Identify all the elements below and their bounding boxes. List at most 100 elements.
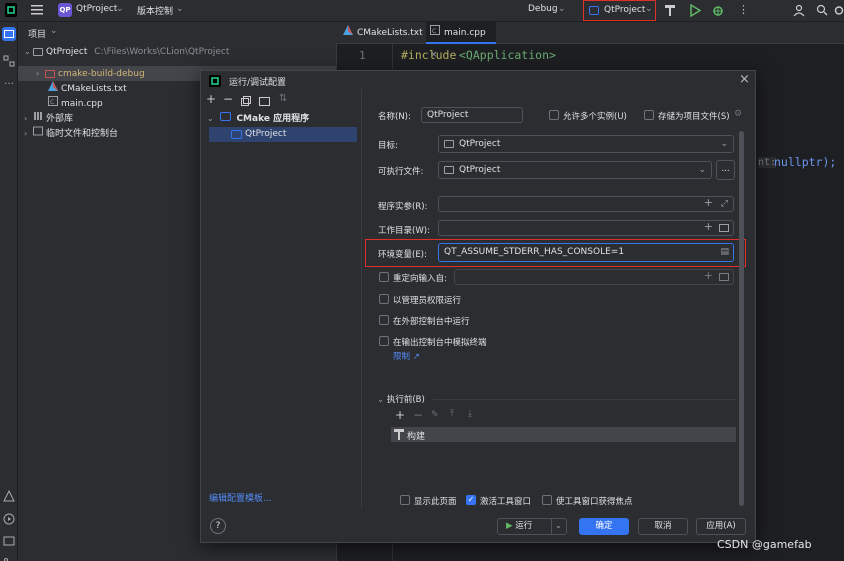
folder-browse-icon[interactable] bbox=[719, 273, 729, 281]
run-config-icon bbox=[231, 130, 242, 139]
chevron-down-icon: ⌄ bbox=[645, 4, 653, 14]
redirect-input-checkbox[interactable] bbox=[379, 272, 389, 282]
run-debug-config-dialog: 运行/调试配置 × + − ⇅ ⌄ CMake 应用程序 QtProject 编… bbox=[200, 70, 756, 543]
remove-config-icon[interactable]: − bbox=[223, 92, 233, 106]
settings-gear-icon[interactable] bbox=[834, 4, 844, 17]
copy-config-icon[interactable] bbox=[241, 96, 251, 106]
apply-button[interactable]: 应用(A) bbox=[696, 518, 746, 535]
line-number: 1 bbox=[359, 49, 366, 62]
redirect-input-field[interactable]: + bbox=[454, 269, 734, 285]
editor-tabs: CMakeLists.txt C main.cpp × bbox=[336, 22, 844, 60]
tree-group-cmake-app[interactable]: ⌄ CMake 应用程序 bbox=[207, 111, 309, 124]
add-icon[interactable]: + bbox=[704, 196, 713, 210]
before-launch-toggle[interactable]: ⌄ 执行前(B) bbox=[377, 393, 425, 405]
tree-item-external-libs[interactable]: › 外部库 bbox=[24, 111, 73, 126]
hammer-build-icon[interactable] bbox=[664, 4, 676, 17]
activate-tool-window-label: 激活工具窗口 bbox=[480, 497, 532, 507]
tab-cmakelists[interactable]: CMakeLists.txt bbox=[340, 22, 426, 44]
chevron-down-icon: ⌄ bbox=[50, 26, 58, 36]
activate-tool-window-checkbox[interactable]: ✓ bbox=[466, 495, 476, 505]
add-task-icon[interactable]: + bbox=[395, 408, 405, 422]
scrollbar[interactable] bbox=[739, 131, 744, 506]
folder-config-icon[interactable] bbox=[259, 96, 270, 106]
tab-main-cpp[interactable]: C main.cpp × bbox=[426, 22, 496, 60]
vcs-menu[interactable]: 版本控制 bbox=[137, 4, 173, 17]
limits-link[interactable]: 限制 ↗ bbox=[393, 350, 420, 362]
more-options-icon[interactable]: ⋮ bbox=[738, 3, 749, 16]
cancel-button[interactable]: 取消 bbox=[638, 518, 688, 535]
main-menu-icon[interactable] bbox=[31, 5, 43, 15]
build-config-selector[interactable]: Debug bbox=[528, 4, 558, 14]
external-console-checkbox[interactable] bbox=[379, 315, 389, 325]
run-as-admin-label: 以管理员权限运行 bbox=[393, 296, 462, 306]
ok-button[interactable]: 确定 bbox=[579, 518, 629, 535]
browse-executable-button[interactable]: ... bbox=[716, 160, 735, 180]
tree-item-cmakelists[interactable]: CMakeLists.txt bbox=[48, 81, 127, 96]
clion-logo-icon bbox=[5, 3, 17, 17]
folder-icon bbox=[45, 69, 55, 78]
working-dir-label: 工作目录(W): bbox=[378, 226, 430, 236]
target-select[interactable]: QtProject ⌄ bbox=[438, 135, 734, 153]
target-label: 目标: bbox=[378, 141, 398, 151]
tree-item-root[interactable]: ⌄ QtProject C:\Files\Works\CLion\QtProjec… bbox=[24, 44, 229, 59]
env-vars-input[interactable]: QT_ASSUME_STDERR_HAS_CONSOLE=1 ▤ bbox=[438, 243, 734, 262]
terminal-icon[interactable] bbox=[3, 535, 15, 547]
close-icon[interactable]: × bbox=[739, 72, 750, 87]
store-as-file-checkbox[interactable] bbox=[644, 110, 654, 120]
project-tool-folder-icon[interactable] bbox=[2, 27, 16, 41]
edit-task-icon[interactable]: ✎ bbox=[431, 410, 439, 420]
close-tab-icon[interactable]: × bbox=[430, 50, 438, 60]
services-run-icon[interactable] bbox=[3, 513, 15, 525]
program-args-input[interactable]: + ⤢ bbox=[438, 196, 734, 212]
folder-browse-icon[interactable] bbox=[719, 224, 729, 232]
structure-icon[interactable] bbox=[3, 55, 15, 67]
add-icon[interactable]: + bbox=[704, 269, 713, 283]
tree-item-cmake-build-debug[interactable]: › cmake-build-debug bbox=[36, 66, 145, 81]
account-icon[interactable] bbox=[793, 4, 805, 17]
problems-warning-icon[interactable] bbox=[3, 490, 15, 502]
help-button[interactable]: ? bbox=[210, 518, 226, 534]
executable-select[interactable]: QtProject ⌄ bbox=[438, 161, 712, 179]
emulate-terminal-label: 在输出控制台中模拟终端 bbox=[393, 338, 487, 348]
expand-icon[interactable]: ⤢ bbox=[721, 197, 728, 211]
add-config-icon[interactable]: + bbox=[206, 92, 216, 106]
chevron-down-icon: ⌄ bbox=[720, 139, 728, 149]
scratches-icon bbox=[33, 126, 43, 136]
run-as-admin-checkbox[interactable] bbox=[379, 294, 389, 304]
run-button[interactable]: ▶ 运行 ⌄ bbox=[497, 518, 567, 535]
tree-item-main-cpp[interactable]: C main.cpp bbox=[48, 96, 103, 111]
allow-multiple-checkbox[interactable] bbox=[549, 110, 559, 120]
library-icon bbox=[33, 111, 43, 121]
edit-env-icon[interactable]: ▤ bbox=[720, 244, 729, 261]
project-selector[interactable]: QtProject bbox=[76, 4, 117, 14]
chevron-down-icon: ⌄ bbox=[377, 395, 385, 405]
show-page-checkbox[interactable] bbox=[400, 495, 410, 505]
name-input[interactable]: QtProject bbox=[421, 107, 523, 123]
show-page-label: 显示此页面 bbox=[414, 497, 457, 507]
add-icon[interactable]: + bbox=[704, 220, 713, 234]
search-icon[interactable] bbox=[816, 4, 828, 17]
chevron-down-icon[interactable]: ⌄ bbox=[550, 519, 562, 534]
git-branch-icon[interactable] bbox=[3, 557, 15, 561]
sort-icon[interactable]: ⇅ bbox=[279, 93, 287, 104]
chevron-down-icon: ⌄ bbox=[698, 165, 706, 175]
remove-task-icon[interactable]: − bbox=[413, 408, 423, 422]
move-up-icon[interactable]: ⤒ bbox=[450, 409, 454, 419]
run-config-selector[interactable]: QtProject ⌄ bbox=[583, 0, 656, 21]
tree-item-scratches[interactable]: › 临时文件和控制台 bbox=[24, 126, 118, 141]
more-tools-icon[interactable]: … bbox=[4, 76, 14, 87]
build-task-row[interactable]: 构建 bbox=[391, 427, 736, 442]
gear-icon[interactable]: ⚙ bbox=[734, 109, 742, 119]
tree-item-qtproject[interactable]: QtProject bbox=[209, 127, 357, 142]
run-icon[interactable] bbox=[689, 4, 701, 17]
working-dir-input[interactable]: + bbox=[438, 220, 734, 236]
move-down-icon[interactable]: ⤓ bbox=[468, 409, 472, 419]
focus-tool-window-checkbox[interactable] bbox=[542, 495, 552, 505]
chevron-right-icon: › bbox=[36, 69, 40, 78]
project-panel-header[interactable]: 项目 bbox=[28, 27, 46, 40]
watermark: CSDN @gamefab bbox=[717, 538, 812, 551]
edit-templates-link[interactable]: 编辑配置模板... bbox=[209, 491, 272, 504]
emulate-terminal-checkbox[interactable] bbox=[379, 336, 389, 346]
run-config-icon bbox=[444, 140, 454, 148]
debug-bug-icon[interactable] bbox=[712, 4, 724, 17]
